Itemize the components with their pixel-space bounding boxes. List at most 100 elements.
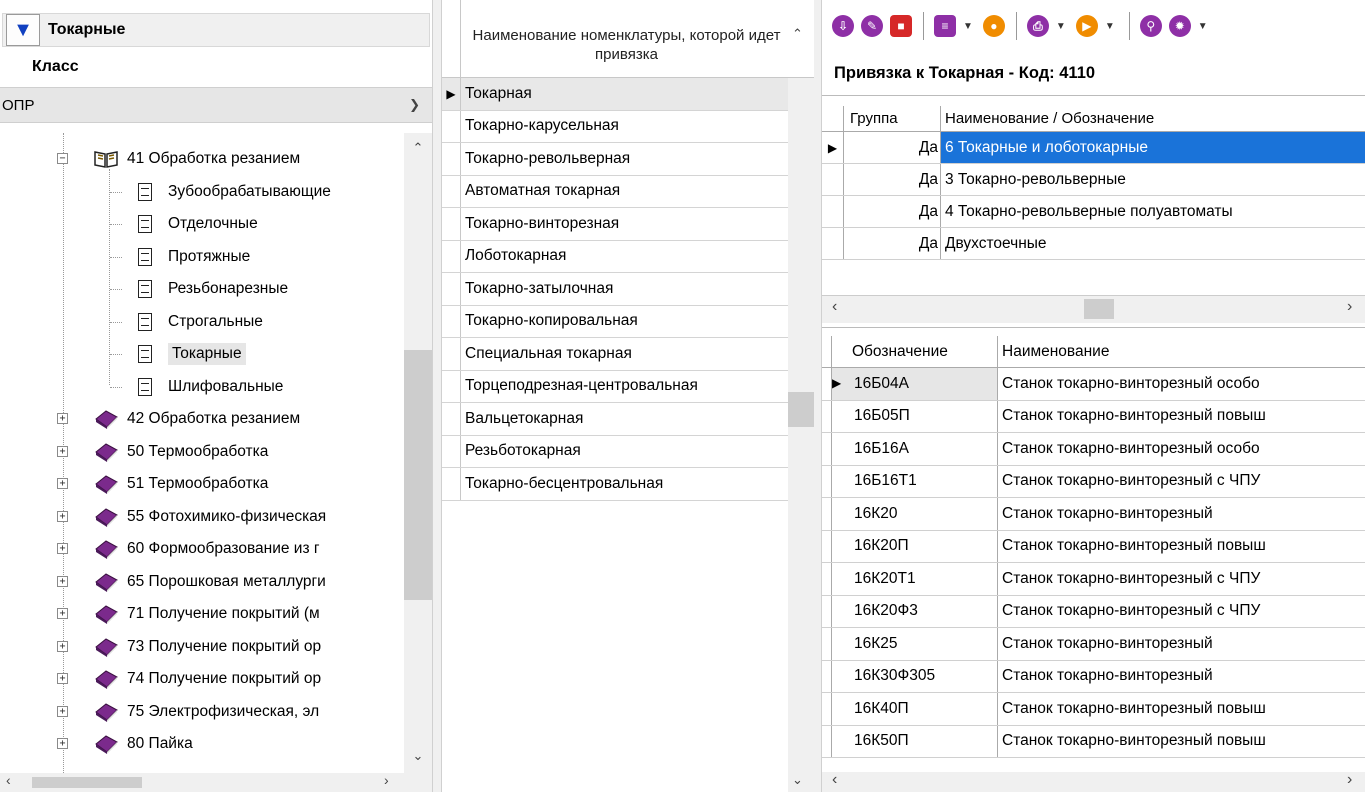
table-row[interactable]: 16К30Ф305 Станок токарно-винторезный <box>822 660 1365 693</box>
scroll-left-icon[interactable]: ‹ <box>6 772 11 788</box>
cell-name[interactable]: Станок токарно-винторезный <box>998 628 1365 660</box>
list-item[interactable]: Токарно-бесцентровальная <box>442 468 788 501</box>
list-item[interactable]: ▶ Токарная <box>442 78 788 111</box>
scroll-right-icon[interactable]: › <box>384 772 389 788</box>
cell-code[interactable]: 16К25 <box>832 628 998 660</box>
tree-item[interactable]: Протяжные <box>110 241 250 273</box>
scroll-up-icon[interactable]: ⌃ <box>792 26 803 42</box>
expand-icon[interactable]: + <box>57 673 68 684</box>
expand-icon[interactable]: + <box>57 478 68 489</box>
list-item[interactable]: Вальцетокарная <box>442 403 788 436</box>
table-row[interactable]: 16Б04А Станок токарно-винторезный особо ▶ <box>822 368 1365 401</box>
scroll-down-icon[interactable]: ⌄ <box>404 748 432 764</box>
cell-name[interactable]: Станок токарно-винторезный особо <box>998 433 1365 465</box>
nomenclature-column-header[interactable]: Наименование номенклатуры, которой идет … <box>464 26 789 64</box>
collapse-icon[interactable]: − <box>57 153 68 164</box>
cell-code[interactable]: 16Б05П <box>832 400 998 432</box>
tree-item[interactable]: − 41 Обработка резанием <box>57 143 300 175</box>
dropdown-arrow-icon[interactable]: ▼ <box>963 21 973 32</box>
column-header-name[interactable]: Наименование / Обозначение <box>941 106 1365 131</box>
cell-name[interactable]: 4 Токарно-револьверные полуавтоматы <box>941 196 1365 227</box>
cell-name[interactable]: Станок токарно-винторезный повыш <box>998 531 1365 563</box>
scroll-up-icon[interactable]: ⌃ <box>404 140 432 156</box>
expand-icon[interactable]: + <box>57 543 68 554</box>
table-row[interactable]: 16К20 Станок токарно-винторезный <box>822 498 1365 531</box>
list-item[interactable]: Лоботокарная <box>442 240 788 273</box>
tree-item[interactable]: +51 Термообработка <box>57 468 268 500</box>
expand-icon[interactable]: + <box>57 575 68 587</box>
tree-item[interactable]: +60 Формообразование из г <box>57 533 320 565</box>
cell-name[interactable]: Станок токарно-винторезный повыш <box>998 726 1365 758</box>
table-row[interactable]: ▶ Да 6 Токарные и лоботокарные <box>822 132 1365 164</box>
tree-item[interactable]: Отделочные <box>110 208 258 240</box>
search-icon[interactable]: ⚲ <box>1139 15 1162 37</box>
cell-name[interactable]: Станок токарно-винторезный с ЧПУ <box>998 596 1365 628</box>
tree-item[interactable]: +71 Получение покрытий (м <box>57 598 320 630</box>
table-row[interactable]: 16К25 Станок токарно-винторезный <box>822 628 1365 661</box>
dropdown-arrow-icon[interactable]: ▼ <box>1198 21 1208 32</box>
cell-group[interactable]: Да <box>844 132 941 163</box>
table-row[interactable]: 16К50П Станок токарно-винторезный повыш <box>822 725 1365 758</box>
table-row[interactable]: 16Б05П Станок токарно-винторезный повыш <box>822 400 1365 433</box>
cell-code[interactable]: 16Б04А <box>832 368 998 400</box>
expand-icon[interactable]: + <box>57 413 68 424</box>
class-select[interactable]: ОПР ❯ <box>0 87 432 123</box>
list-icon[interactable]: ≡ <box>934 15 956 37</box>
expand-icon[interactable]: + <box>57 705 68 717</box>
cell-name[interactable]: 6 Токарные и лоботокарные <box>941 132 1365 163</box>
cell-code[interactable]: 16К20П <box>832 530 998 562</box>
chevron-down-icon[interactable]: ❯ <box>409 97 420 113</box>
table-row[interactable]: 16Б16А Станок токарно-винторезный особо <box>822 433 1365 466</box>
tree-item[interactable]: Резьбонарезные <box>110 273 288 305</box>
nomenclature-list[interactable]: ▶ Токарная Токарно-карусельная Токарно-рево… <box>442 78 788 501</box>
cell-name[interactable]: Станок токарно-винторезный повыш <box>998 401 1365 433</box>
tree-item[interactable]: +42 Обработка резанием <box>57 403 300 435</box>
cell-group[interactable]: Да <box>844 164 941 195</box>
tree-scroll-thumb[interactable] <box>404 350 432 600</box>
table-row[interactable]: Да 4 Токарно-револьверные полуавтоматы <box>822 196 1365 228</box>
table-row[interactable]: Да 3 Токарно-револьверные <box>822 164 1365 196</box>
cell-name[interactable]: Двухстоечные <box>941 228 1365 259</box>
tree-item[interactable]: +73 Получение покрытий ор <box>57 631 321 663</box>
column-header-name[interactable]: Наименование <box>998 336 1365 367</box>
cell-code[interactable]: 16К40П <box>832 693 998 725</box>
expand-icon[interactable]: + <box>57 510 68 522</box>
scroll-right-icon[interactable]: › <box>1347 298 1352 316</box>
table-row[interactable]: 16К20Ф3 Станок токарно-винторезный с ЧПУ <box>822 595 1365 628</box>
cell-name[interactable]: Станок токарно-винторезный особо <box>998 368 1365 400</box>
cell-name[interactable]: Станок токарно-винторезный с ЧПУ <box>998 466 1365 498</box>
list-item[interactable]: Токарно-карусельная <box>442 110 788 143</box>
cell-code[interactable]: 16К50П <box>832 725 998 757</box>
tree-item[interactable]: +65 Порошковая металлурги <box>57 566 326 598</box>
run-icon[interactable]: ▶ <box>1075 15 1098 37</box>
cell-code[interactable]: 16К20Т1 <box>832 563 998 595</box>
tree-item[interactable]: +80 Пайка <box>57 728 193 760</box>
scroll-right-icon[interactable]: › <box>1347 771 1352 789</box>
splitter-left[interactable] <box>432 0 442 792</box>
cell-code[interactable]: 16К20Ф3 <box>832 595 998 627</box>
cell-group[interactable]: Да <box>844 196 941 227</box>
machines-horizontal-scrollbar[interactable] <box>822 772 1365 792</box>
groups-grid-rows[interactable]: ▶ Да 6 Токарные и лоботокарные Да 3 Токарно-… <box>822 132 1365 260</box>
tree-item[interactable]: Шлифовальные <box>110 371 283 403</box>
list-item[interactable]: Специальная токарная <box>442 338 788 371</box>
cell-name[interactable]: Станок токарно-винторезный с ЧПУ <box>998 563 1365 595</box>
table-row[interactable]: 16К20Т1 Станок токарно-винторезный с ЧПУ <box>822 563 1365 596</box>
cell-code[interactable]: 16К30Ф305 <box>832 660 998 692</box>
tree-item[interactable]: +55 Фотохимико-физическая <box>57 501 326 533</box>
cell-code[interactable]: 16К20 <box>832 498 998 530</box>
edit-icon[interactable]: ✎ <box>861 15 883 37</box>
nomenclature-vertical-scrollbar[interactable] <box>788 78 814 792</box>
nomenclature-scroll-thumb[interactable] <box>788 392 814 427</box>
expand-icon[interactable]: + <box>57 445 68 457</box>
class-tree[interactable]: − 41 Обработка резанием Зубообрабатывающие… <box>0 133 404 773</box>
list-item[interactable]: Автоматная токарная <box>442 175 788 208</box>
tree-item[interactable]: Строгальные <box>110 306 263 338</box>
expand-icon[interactable]: + <box>57 640 68 652</box>
groups-hscroll-thumb[interactable] <box>1084 299 1114 319</box>
tree-item[interactable]: Токарные <box>110 338 246 370</box>
scroll-left-icon[interactable]: ‹ <box>832 298 837 316</box>
cell-name[interactable]: Станок токарно-винторезный <box>998 498 1365 530</box>
list-item[interactable]: Токарно-затылочная <box>442 273 788 306</box>
expand-icon[interactable]: + <box>57 738 68 749</box>
